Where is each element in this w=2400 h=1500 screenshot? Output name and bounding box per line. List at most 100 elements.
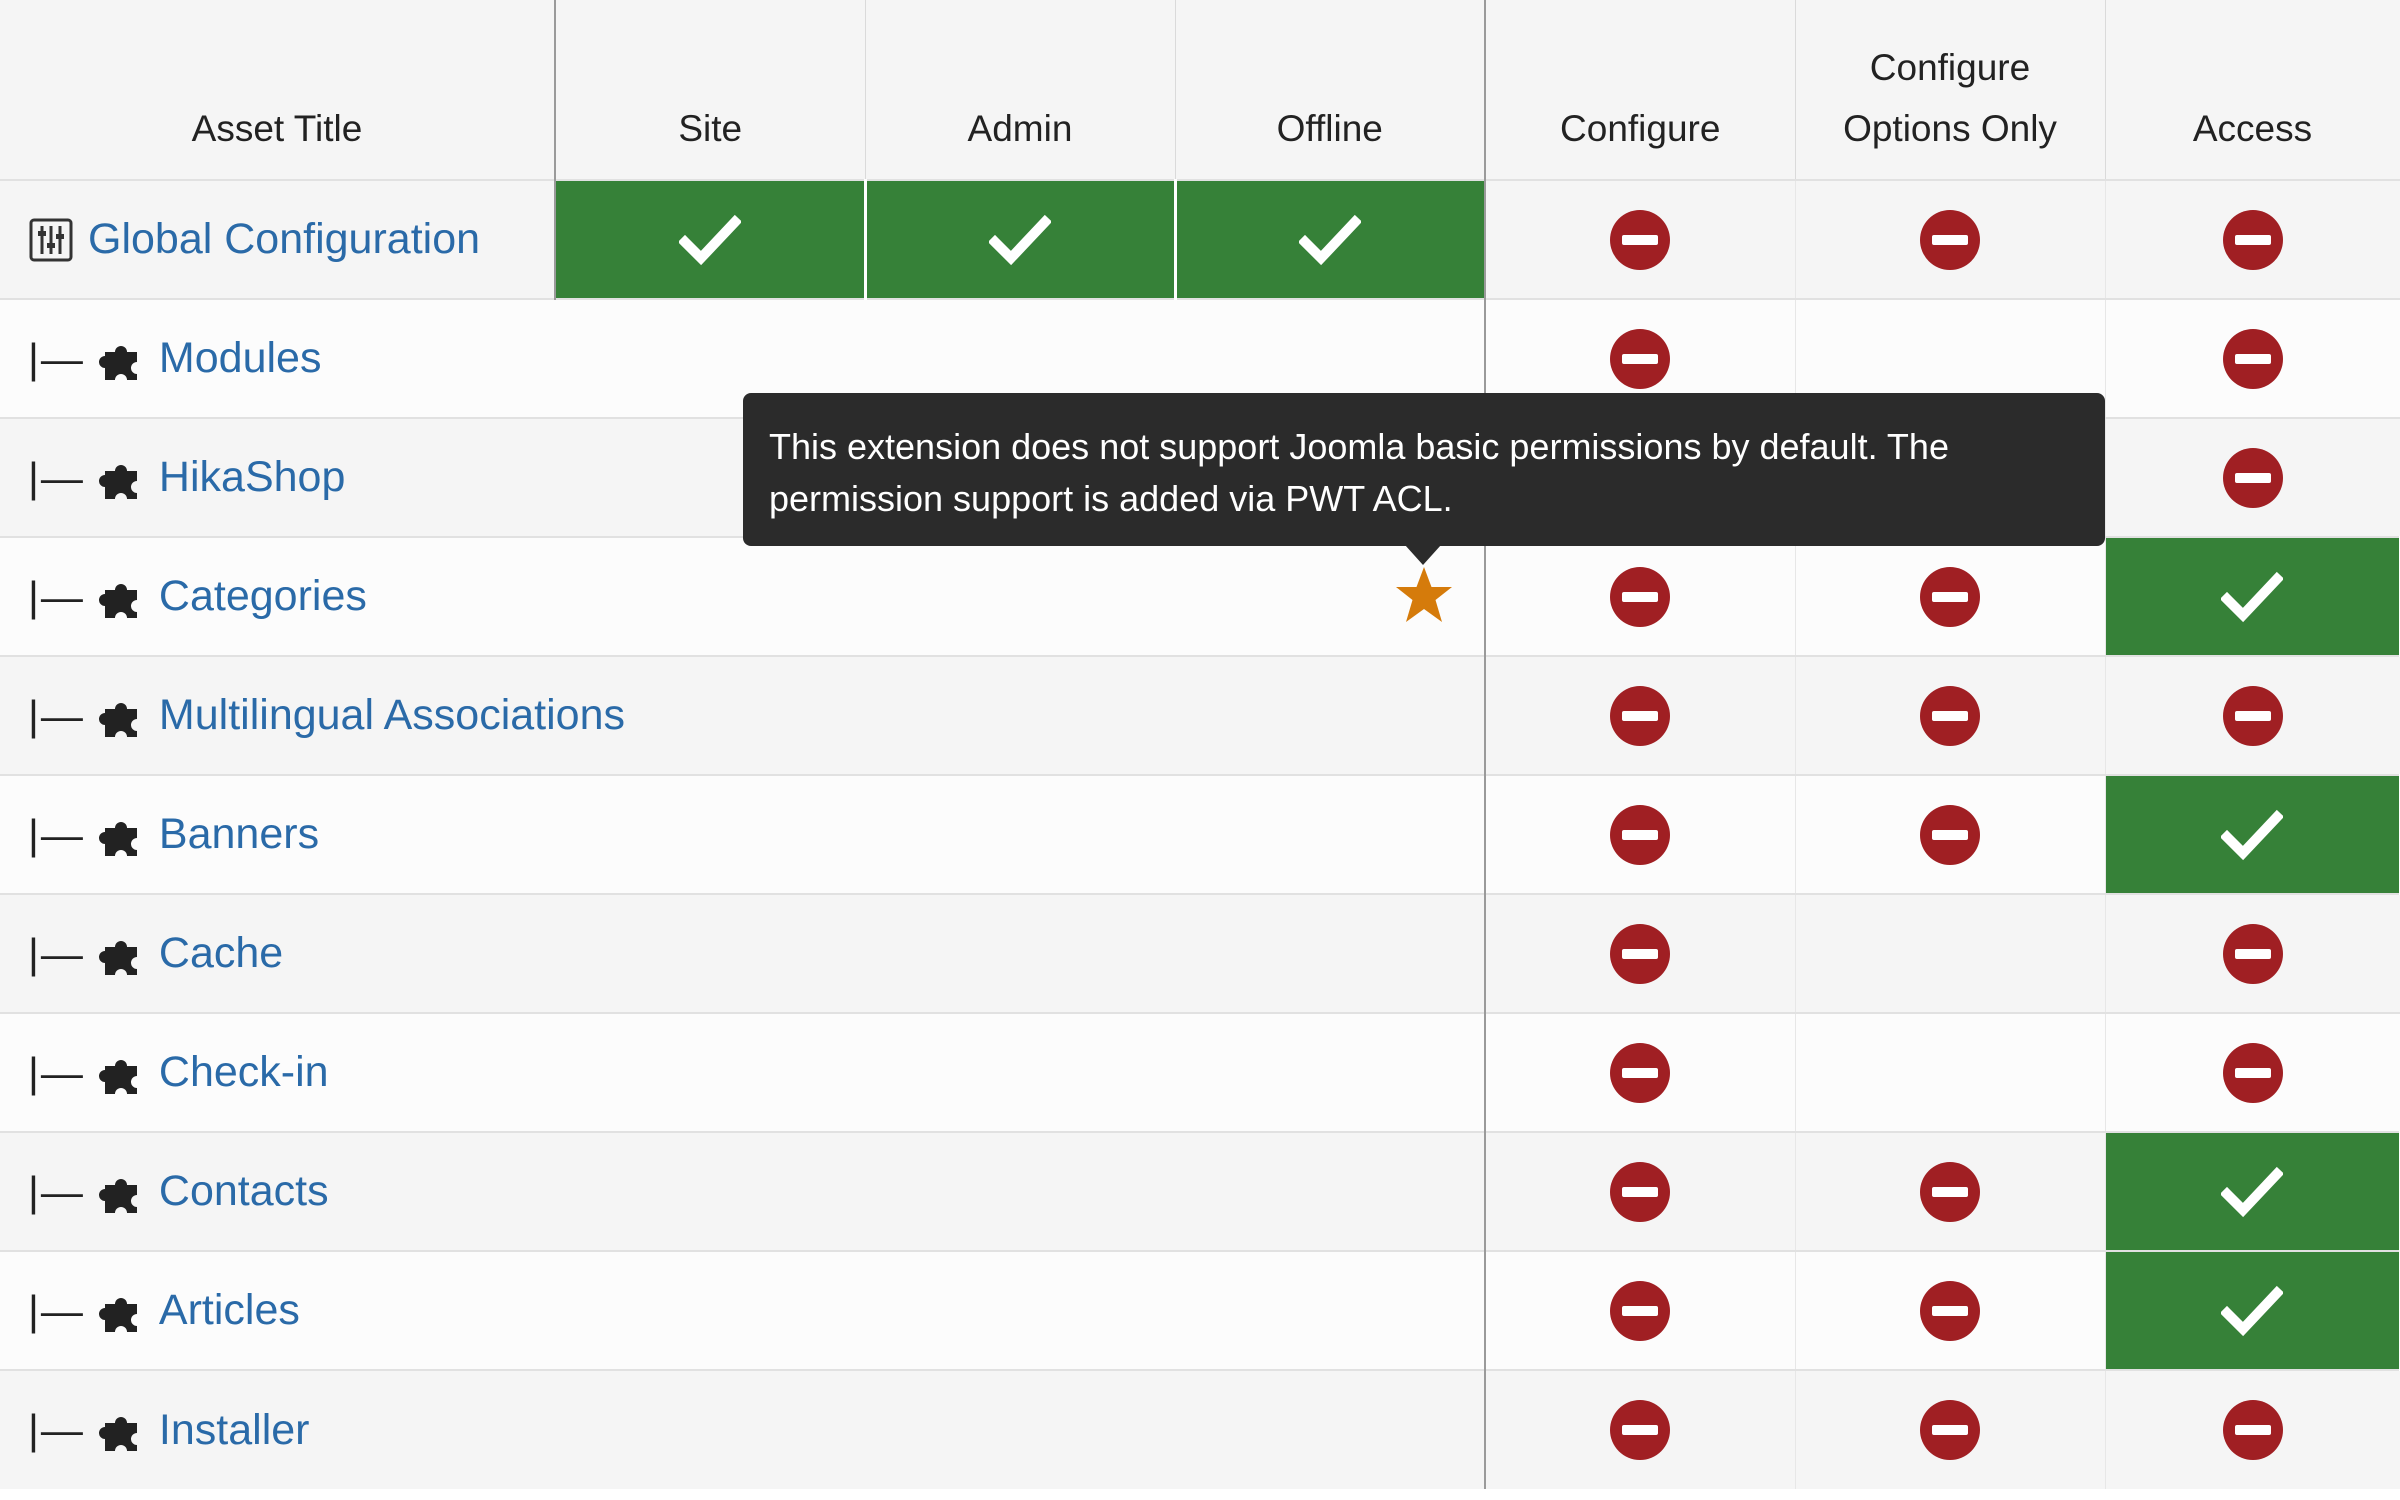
asset-title-link[interactable]: Categories (159, 572, 367, 620)
asset-title-link[interactable]: Articles (159, 1286, 300, 1334)
asset-title-cell: |— Banners (0, 774, 1486, 894)
permission-cell-access[interactable] (2105, 179, 2400, 299)
allowed-check-icon (2221, 1166, 2283, 1217)
permission-cell-configure[interactable] (1485, 655, 1796, 775)
tree-indent-marker: |— (28, 572, 85, 620)
puzzle-icon (98, 940, 159, 975)
tooltip-arrow (1405, 545, 1441, 565)
table-row: |— Installer (0, 1369, 2400, 1489)
permission-cell-configure-options-only[interactable] (1795, 1012, 2106, 1132)
column-header-asset-title: Asset Title (0, 0, 556, 180)
table-row: |— Banners (0, 774, 2400, 894)
asset-title-cell: |— Cache (0, 893, 1486, 1013)
permission-cell-configure-options-only[interactable] (1795, 1369, 2106, 1489)
puzzle-icon (98, 583, 159, 618)
table-header-row: Asset Title Site Admin Offline Configure… (0, 0, 2400, 180)
tree-indent-marker: |— (28, 1048, 85, 1096)
column-header-offline: Offline (1175, 0, 1486, 180)
permission-cell-access[interactable] (2105, 536, 2400, 656)
denied-icon (1920, 209, 1980, 270)
star-icon[interactable] (1394, 565, 1454, 627)
column-header-line: Options Only (1843, 108, 2057, 149)
permission-cell-admin[interactable] (865, 179, 1177, 299)
permission-cell-configure-options-only[interactable] (1795, 536, 2106, 656)
permission-cell-configure-options-only[interactable] (1795, 1131, 2106, 1251)
denied-icon (1610, 685, 1671, 746)
tree-indent-marker: |— (28, 810, 85, 858)
permission-cell-configure[interactable] (1485, 179, 1796, 299)
column-header-configure: Configure (1485, 0, 1796, 180)
puzzle-icon (98, 1417, 159, 1451)
permission-cell-configure-options-only[interactable] (1795, 774, 2106, 894)
permission-cell-access[interactable] (2105, 1012, 2400, 1132)
permission-cell-configure-options-only[interactable] (1795, 179, 2106, 299)
permission-support-tooltip: This extension does not support Joomla b… (743, 393, 2105, 546)
tree-indent-marker: |— (28, 1167, 85, 1215)
asset-title-link[interactable]: Modules (159, 334, 322, 382)
asset-title-link[interactable]: Banners (159, 810, 319, 858)
column-header-line: Configure (1869, 47, 2031, 88)
column-header-configure-options-only: Configure Options Only (1795, 0, 2106, 180)
puzzle-icon (98, 821, 159, 856)
asset-title-link[interactable]: Contacts (159, 1167, 329, 1215)
denied-icon (1610, 209, 1671, 270)
denied-icon (2222, 923, 2283, 984)
permission-cell-configure-options-only[interactable] (1795, 655, 2106, 775)
asset-title-link[interactable]: HikaShop (159, 453, 345, 501)
asset-title-link[interactable]: Multilingual Associations (159, 691, 625, 739)
puzzle-icon (98, 702, 159, 737)
permission-cell-configure[interactable] (1485, 1250, 1796, 1370)
asset-title-cell: |— Multilingual Associations (0, 655, 1486, 775)
asset-title-cell: |— Categories (0, 536, 1486, 656)
permission-cell-site[interactable] (555, 179, 867, 299)
permission-cell-access[interactable] (2105, 893, 2400, 1013)
column-header-site: Site (555, 0, 866, 180)
permission-cell-configure-options-only[interactable] (1795, 893, 2106, 1013)
permission-cell-configure-options-only[interactable] (1795, 1250, 2106, 1370)
permission-cell-access[interactable] (2105, 298, 2400, 418)
puzzle-icon (98, 464, 159, 499)
denied-icon (1920, 804, 1980, 865)
denied-icon (2222, 209, 2283, 270)
asset-title-link[interactable]: Installer (159, 1406, 310, 1454)
permission-cell-offline[interactable] (1175, 179, 1486, 299)
asset-title-cell: Global Configuration (0, 179, 556, 299)
denied-icon (1920, 1400, 1980, 1460)
puzzle-icon (98, 1297, 159, 1332)
table-row: |— Articles (0, 1250, 2400, 1370)
denied-icon (1920, 1280, 1980, 1341)
column-header-access: Access (2105, 0, 2400, 180)
permission-cell-configure[interactable] (1485, 774, 1796, 894)
allowed-check-icon (678, 214, 741, 265)
sliders-icon (28, 218, 88, 261)
permission-cell-access[interactable] (2105, 1369, 2400, 1489)
permission-cell-configure[interactable] (1485, 1012, 1796, 1132)
asset-title-cell: |— Articles (0, 1250, 1486, 1370)
table-row: |— Cache (0, 893, 2400, 1013)
permission-cell-access[interactable] (2105, 655, 2400, 775)
asset-title-link[interactable]: Cache (159, 929, 283, 977)
asset-title-link[interactable]: Global Configuration (88, 215, 480, 263)
table-row: |— Multilingual Associations (0, 655, 2400, 775)
permission-cell-configure[interactable] (1485, 893, 1796, 1013)
table-row: Global Configuration (0, 179, 2400, 299)
puzzle-icon (98, 345, 159, 380)
asset-title-link[interactable]: Check-in (159, 1048, 329, 1096)
permission-cell-access[interactable] (2105, 774, 2400, 894)
permission-cell-configure[interactable] (1485, 1369, 1796, 1489)
denied-icon (2222, 1042, 2283, 1103)
denied-icon (1610, 1280, 1671, 1341)
denied-icon (1920, 685, 1980, 746)
puzzle-icon (98, 1059, 159, 1094)
table-row: |— Contacts (0, 1131, 2400, 1251)
permission-cell-access[interactable] (2105, 417, 2400, 537)
allowed-check-icon (2221, 571, 2283, 622)
tree-indent-marker: |— (28, 453, 85, 501)
permission-cell-configure[interactable] (1485, 1131, 1796, 1251)
permission-cell-access[interactable] (2105, 1131, 2400, 1251)
denied-icon (1610, 804, 1671, 865)
asset-title-cell: |— Check-in (0, 1012, 1486, 1132)
permission-cell-configure[interactable] (1485, 536, 1796, 656)
denied-icon (2222, 447, 2283, 508)
permission-cell-access[interactable] (2105, 1250, 2400, 1370)
